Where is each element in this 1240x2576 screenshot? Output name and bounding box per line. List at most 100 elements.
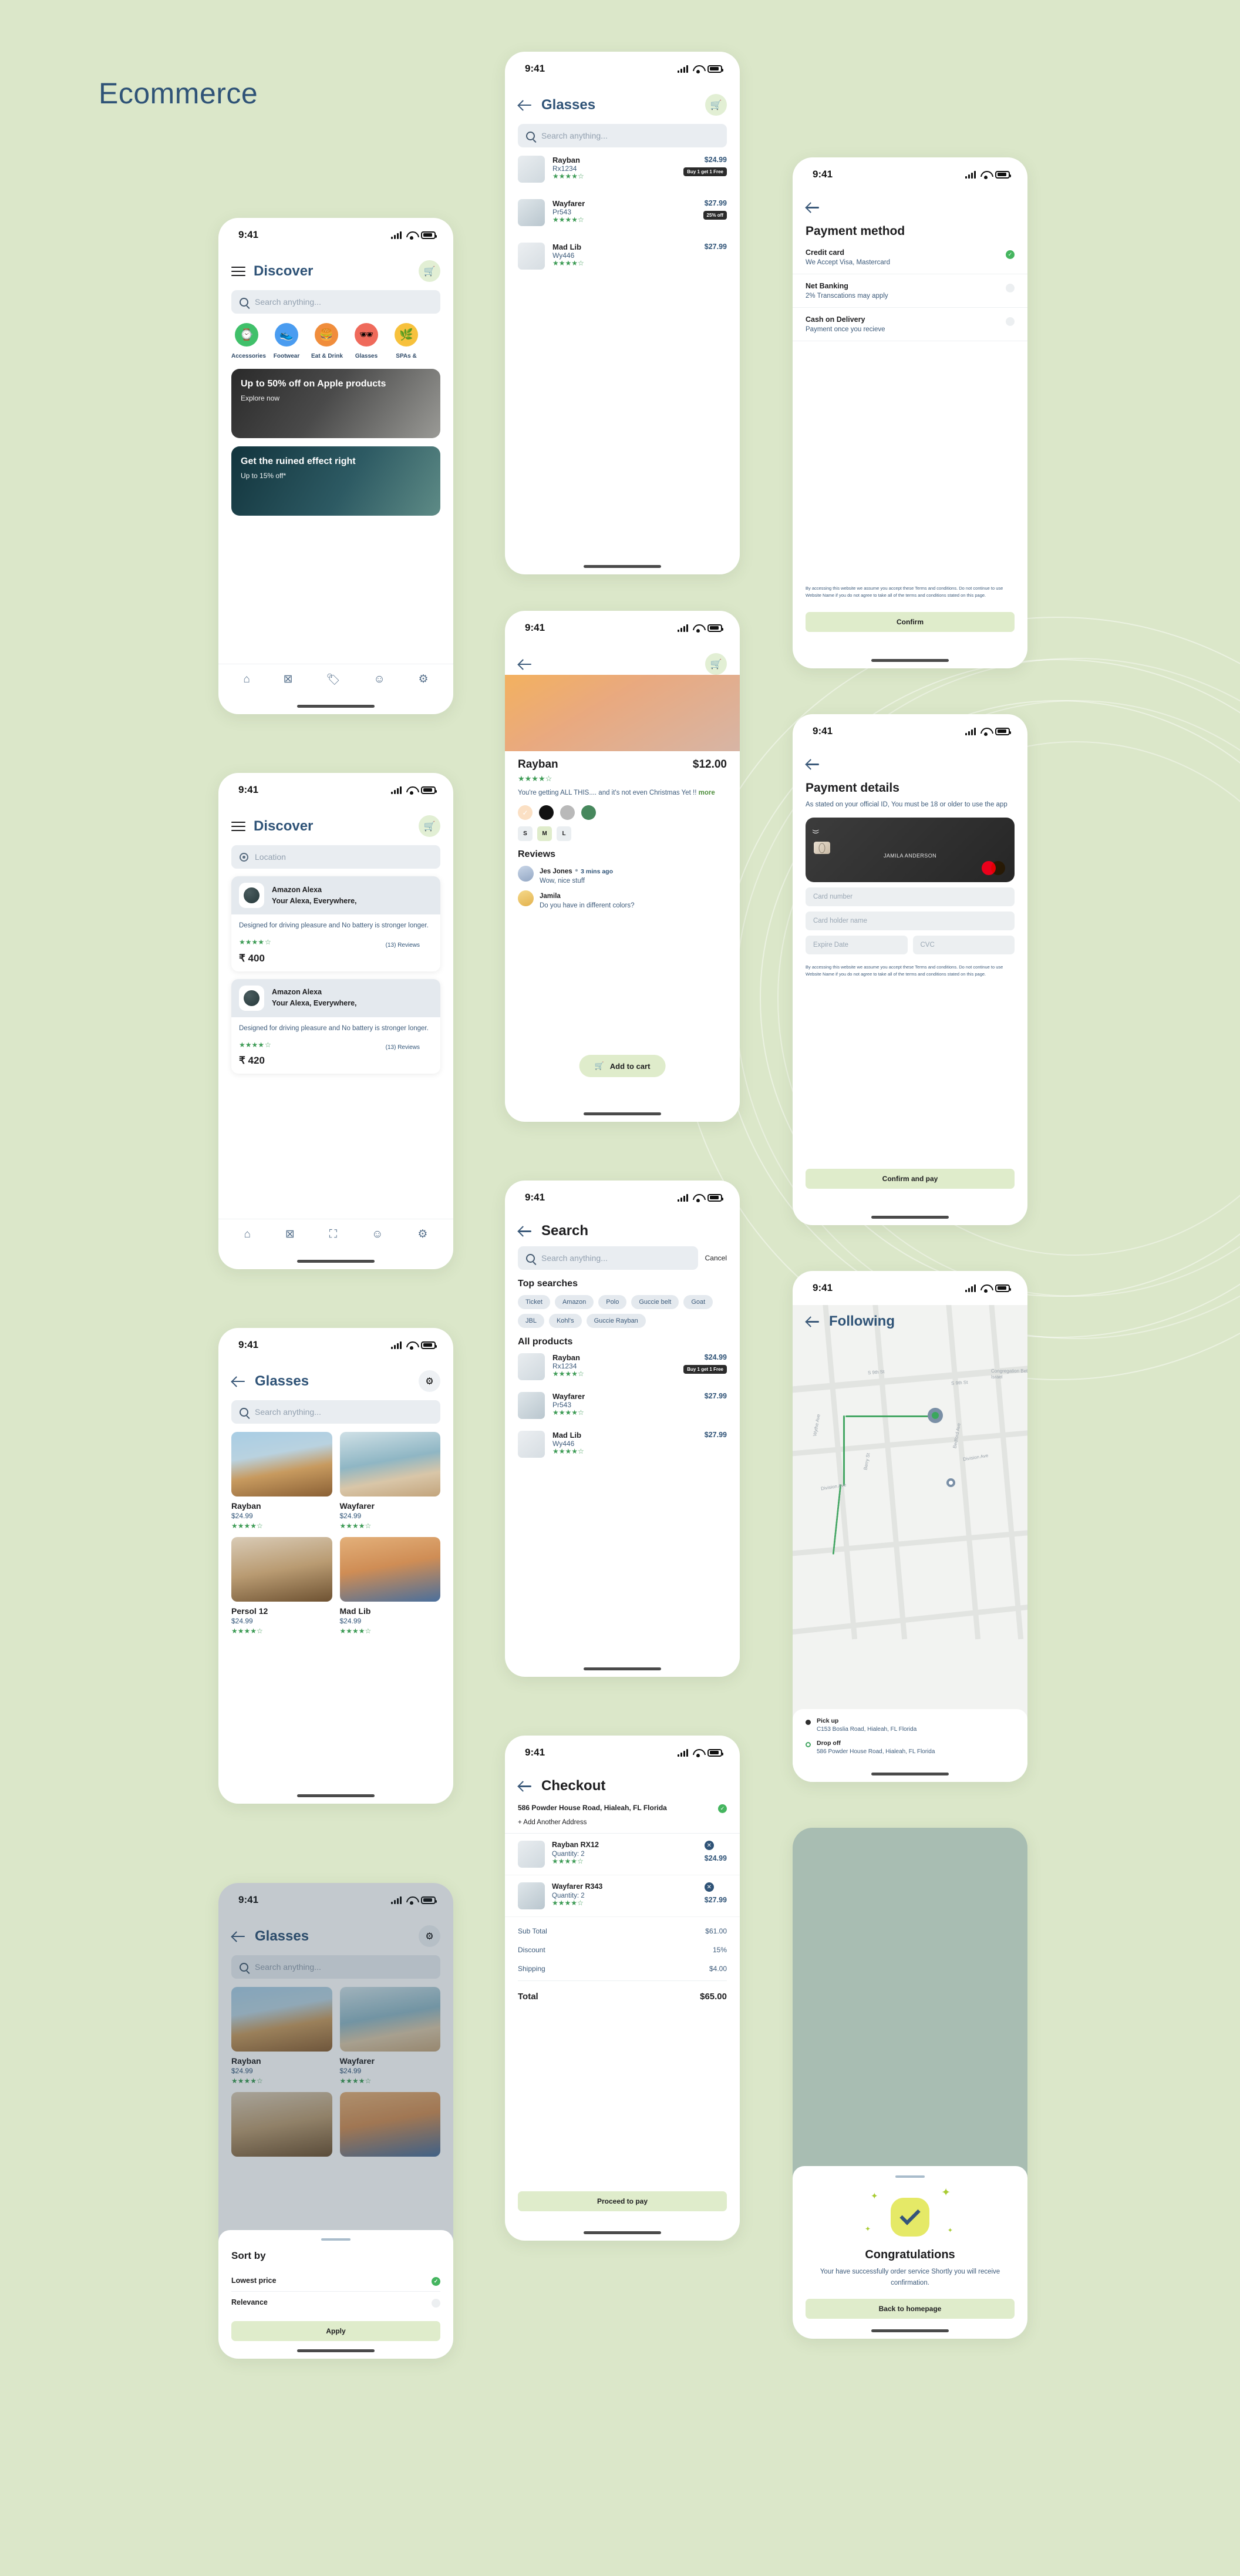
chip-ticket[interactable]: Ticket xyxy=(518,1295,550,1309)
category-item-accessories[interactable]: ⌚ Accessories xyxy=(231,323,266,361)
tab-settings-icon[interactable]: ⚙ xyxy=(419,672,429,686)
product-list-item[interactable]: Rayban Rx1234 ★★★★☆ $24.99 Buy 1 get 1 F… xyxy=(505,1347,740,1386)
confirm-and-pay-button[interactable]: Confirm and pay xyxy=(806,1169,1015,1189)
map-marker-destination[interactable] xyxy=(946,1478,955,1487)
review-count[interactable]: (13) Reviews xyxy=(373,1038,433,1051)
product-list-item[interactable]: Wayfarer Pr543 ★★★★☆ $27.99 xyxy=(505,1386,740,1425)
back-to-homepage-button[interactable]: Back to homepage xyxy=(806,2299,1015,2319)
back-arrow-icon[interactable] xyxy=(231,1374,247,1389)
sheet-grabber[interactable] xyxy=(895,2175,925,2178)
sort-option-label: Relevance xyxy=(231,2298,268,2306)
tab-home-icon[interactable]: ⌂ xyxy=(243,673,250,686)
tab-scan-icon[interactable]: ⛶ xyxy=(329,1228,337,1241)
tab-grid-icon[interactable]: ⊠ xyxy=(284,672,293,686)
map-marker-current[interactable] xyxy=(928,1408,943,1423)
sheet-grabber[interactable] xyxy=(321,2238,351,2241)
filter-icon[interactable]: ⚙ xyxy=(419,1370,440,1392)
tab-tag-icon[interactable]: 🏷 xyxy=(326,672,340,687)
card-holder-name-field[interactable]: Card holder name xyxy=(806,912,1015,931)
add-to-cart-button[interactable]: 🛒 Add to cart xyxy=(579,1055,666,1077)
size-option-l[interactable]: L xyxy=(557,826,571,842)
payment-option-credit-card[interactable]: Credit card We Accept Visa, Mastercard ✓ xyxy=(793,241,1027,274)
back-arrow-icon[interactable] xyxy=(518,1223,533,1239)
category-item-footwear[interactable]: 👟 Footwear xyxy=(271,323,302,361)
product-card[interactable]: Amazon Alexa Your Alexa, Everywhere, Des… xyxy=(231,876,440,971)
cart-icon[interactable]: 🛒 xyxy=(705,653,727,675)
delivery-address[interactable]: 586 Powder House Road, Hialeah, FL Flori… xyxy=(505,1794,740,1813)
product-list-item[interactable]: Wayfarer Pr543 ★★★★☆ $27.99 25% off xyxy=(505,191,740,234)
color-swatch-black[interactable] xyxy=(539,805,554,820)
back-arrow-icon[interactable] xyxy=(518,657,533,672)
add-another-address-button[interactable]: + Add Another Address xyxy=(505,1813,740,1834)
sort-option-lowest-price[interactable]: Lowest price ✓ xyxy=(231,2270,440,2291)
chip-goat[interactable]: Goat xyxy=(683,1295,713,1309)
search-input[interactable]: Search anything... xyxy=(518,1246,698,1270)
more-link[interactable]: more xyxy=(699,789,715,796)
chip-guccie-rayban[interactable]: Guccie Rayban xyxy=(586,1314,646,1328)
cart-icon[interactable]: 🛒 xyxy=(705,94,727,116)
product-card[interactable]: Persol 12 $24.99 ★★★★☆ xyxy=(231,1537,332,1635)
card-number-field[interactable]: Card number xyxy=(806,887,1015,907)
chip-polo[interactable]: Polo xyxy=(598,1295,627,1309)
back-arrow-icon[interactable] xyxy=(518,1778,533,1794)
expire-date-field[interactable]: Expire Date xyxy=(806,936,908,955)
chip-guccie-belt[interactable]: Guccie belt xyxy=(631,1295,679,1309)
tab-grid-icon[interactable]: ⊠ xyxy=(285,1228,295,1241)
location-placeholder: Location xyxy=(255,852,286,862)
tab-profile-icon[interactable]: ☺ xyxy=(373,673,385,686)
payment-option-cash-on-delivery[interactable]: Cash on Delivery Payment once you reciev… xyxy=(793,308,1027,341)
product-card[interactable]: Amazon Alexa Your Alexa, Everywhere, Des… xyxy=(231,978,440,1074)
cart-icon[interactable]: 🛒 xyxy=(419,260,440,282)
tab-home-icon[interactable]: ⌂ xyxy=(244,1228,250,1241)
color-swatch-selected[interactable]: ✓ xyxy=(518,805,533,820)
chip-kohls[interactable]: Kohl's xyxy=(548,1314,582,1328)
category-item-glasses[interactable]: 🕶 Glasses xyxy=(351,323,382,361)
product-list-item[interactable]: Mad Lib Wy446 ★★★★☆ $27.99 xyxy=(505,234,740,278)
size-option-m[interactable]: M xyxy=(537,826,552,842)
apply-button[interactable]: Apply xyxy=(231,2321,440,2341)
signal-icon xyxy=(965,1284,976,1292)
color-swatch-gray[interactable] xyxy=(560,805,575,820)
product-list-item[interactable]: Rayban Rx1234 ★★★★☆ $24.99 Buy 1 get 1 F… xyxy=(505,147,740,191)
product-list-item[interactable]: Mad Lib Wy446 ★★★★☆ $27.99 xyxy=(505,1425,740,1464)
map-street-label: Berry St xyxy=(862,1452,871,1471)
location-input[interactable]: Location xyxy=(231,845,440,869)
sort-option-relevance[interactable]: Relevance xyxy=(231,2291,440,2313)
promo-banner-apple[interactable]: Up to 50% off on Apple products Explore … xyxy=(231,369,440,438)
product-card[interactable]: Rayban $24.99 ★★★★☆ xyxy=(231,1432,332,1529)
chip-jbl[interactable]: JBL xyxy=(518,1314,544,1328)
product-card[interactable]: Mad Lib $24.99 ★★★★☆ xyxy=(339,1537,440,1635)
menu-icon[interactable] xyxy=(231,266,245,277)
color-swatch-green[interactable] xyxy=(581,805,596,820)
back-arrow-icon[interactable] xyxy=(806,756,821,772)
search-input[interactable]: Search anything... xyxy=(231,290,440,314)
product-card[interactable]: Wayfarer $24.99 ★★★★☆ xyxy=(339,1432,440,1529)
back-arrow-icon[interactable] xyxy=(806,1314,821,1329)
size-option-s[interactable]: S xyxy=(518,826,533,842)
tab-settings-icon[interactable]: ⚙ xyxy=(417,1228,427,1241)
menu-icon[interactable] xyxy=(231,821,245,832)
map-street-label: Division Ave xyxy=(962,1452,989,1462)
rating-stars: ★★★★☆ xyxy=(339,1627,372,1635)
search-input[interactable]: Search anything... xyxy=(518,124,727,147)
tab-profile-icon[interactable]: ☺ xyxy=(372,1228,383,1241)
remove-item-button[interactable]: ✕ xyxy=(704,1841,714,1850)
all-products-title: All products xyxy=(518,1337,573,1347)
remove-item-button[interactable]: ✕ xyxy=(704,1882,714,1892)
search-input[interactable]: Search anything... xyxy=(231,1400,440,1424)
proceed-to-pay-button[interactable]: Proceed to pay xyxy=(518,2191,727,2211)
promo-banner-ruined[interactable]: Get the ruined effect right Up to 15% of… xyxy=(231,446,440,516)
payment-option-net-banking[interactable]: Net Banking 2% Transcations may apply xyxy=(793,274,1027,308)
cvc-field[interactable]: CVC xyxy=(912,936,1015,955)
chip-amazon[interactable]: Amazon xyxy=(554,1295,594,1309)
product-price: $27.99 xyxy=(704,199,727,207)
category-item-eat-drink[interactable]: 🍔 Eat & Drink xyxy=(311,323,343,361)
review-count[interactable]: (13) Reviews xyxy=(373,936,433,949)
cancel-button[interactable]: Cancel xyxy=(705,1254,727,1262)
back-arrow-icon[interactable] xyxy=(518,97,533,113)
back-arrow-icon[interactable] xyxy=(806,200,821,215)
confirm-button[interactable]: Confirm xyxy=(806,612,1015,632)
cart-icon[interactable]: 🛒 xyxy=(419,815,440,837)
header xyxy=(793,191,1027,215)
category-item-spas[interactable]: 🌿 SPAs & xyxy=(391,323,422,361)
